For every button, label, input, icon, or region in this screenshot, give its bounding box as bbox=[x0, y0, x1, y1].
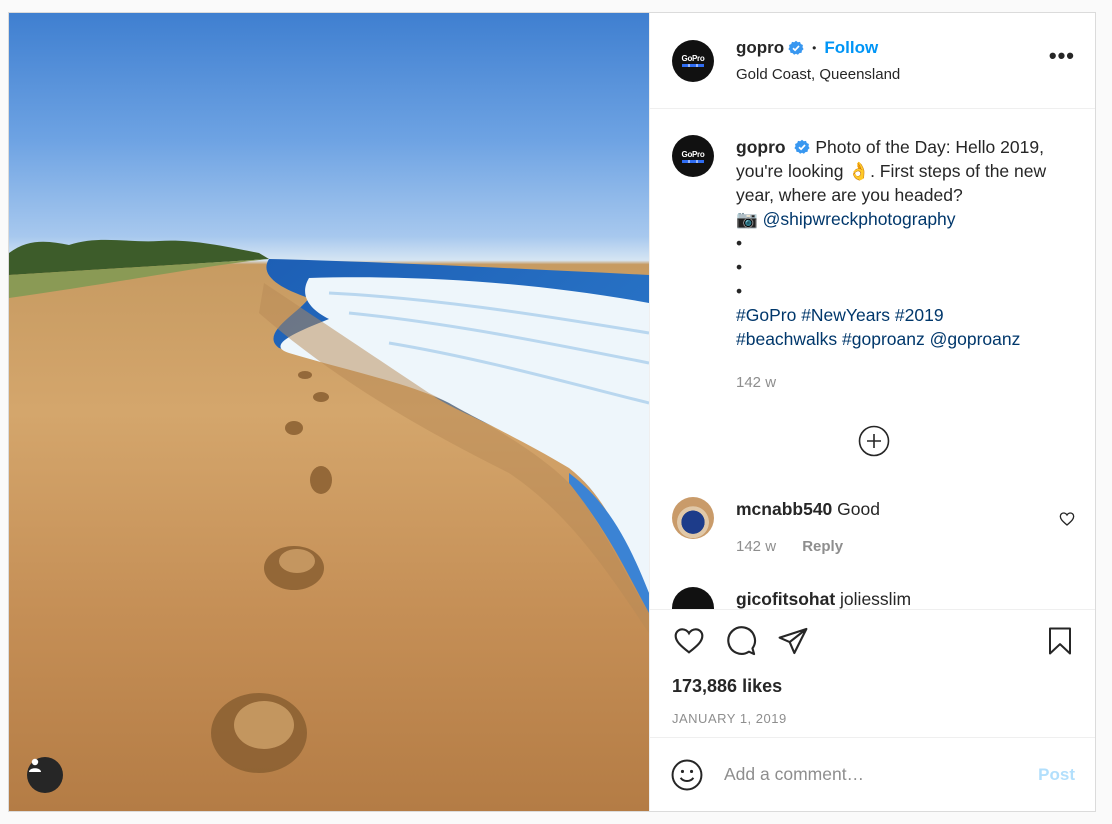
post-actions: 173,886 likes JANUARY 1, 2019 bbox=[650, 609, 1095, 737]
gopro-logo: GoPro bbox=[681, 150, 705, 163]
verified-badge-icon bbox=[794, 139, 811, 154]
bookmark-icon[interactable] bbox=[1045, 624, 1075, 658]
caption-avatar[interactable]: GoPro bbox=[672, 135, 714, 177]
post-sidebar: GoPro gopro • Follow Gold Coast, Queensl… bbox=[649, 13, 1095, 811]
post-comment-button[interactable]: Post bbox=[1038, 765, 1075, 785]
caption: GoPro gopro Photo of the Day: Hello 2019… bbox=[672, 135, 1075, 395]
comment-bubble-icon[interactable] bbox=[724, 625, 758, 657]
person-icon bbox=[29, 758, 41, 772]
comment-text: Good bbox=[837, 499, 880, 519]
beach-scene bbox=[9, 239, 649, 773]
caption-dot: • bbox=[736, 233, 743, 253]
caption-username[interactable]: gopro bbox=[736, 137, 786, 157]
hashtag-newyears[interactable]: #NewYears bbox=[801, 305, 890, 325]
caption-dot: • bbox=[736, 281, 743, 301]
smiley-icon[interactable] bbox=[670, 758, 704, 792]
hashtag-2019[interactable]: #2019 bbox=[895, 305, 944, 325]
verified-badge-icon bbox=[788, 40, 804, 55]
commenter-username[interactable]: mcnabb540 bbox=[736, 499, 832, 519]
mention-shipwreckphotography[interactable]: @shipwreckphotography bbox=[763, 209, 956, 229]
hashtag-gopro[interactable]: #GoPro bbox=[736, 305, 796, 325]
likes-count[interactable]: 173,886 likes bbox=[672, 676, 1075, 697]
post-date[interactable]: JANUARY 1, 2019 bbox=[672, 711, 1075, 726]
hashtag-beachwalks[interactable]: #beachwalks bbox=[736, 329, 837, 349]
mention-goproanz[interactable]: @goproanz bbox=[930, 329, 1021, 349]
add-comment-input[interactable] bbox=[724, 764, 1039, 785]
paper-plane-icon[interactable] bbox=[776, 625, 810, 657]
post-dialog: GoPro gopro • Follow Gold Coast, Queensl… bbox=[8, 12, 1096, 812]
comment-item: mcnabb540 Good 142 w Reply bbox=[672, 497, 1075, 559]
commenter-avatar[interactable] bbox=[672, 587, 714, 609]
tagged-user-button[interactable] bbox=[27, 757, 63, 793]
caption-dot: • bbox=[736, 257, 743, 277]
add-comment-bar: Post bbox=[650, 737, 1095, 811]
reply-button[interactable]: Reply bbox=[802, 538, 843, 555]
commenter-avatar[interactable] bbox=[672, 497, 714, 539]
follow-button[interactable]: Follow bbox=[824, 38, 878, 58]
post-photo[interactable] bbox=[9, 13, 649, 811]
load-more-comments-button[interactable] bbox=[672, 425, 1075, 457]
comment-item: gicofitsohat joliesslim bbox=[672, 587, 1075, 609]
heart-icon[interactable] bbox=[672, 625, 706, 657]
commenter-username[interactable]: gicofitsohat bbox=[736, 589, 835, 609]
plus-circle-icon bbox=[858, 425, 889, 457]
camera-emoji: 📷 bbox=[736, 209, 758, 229]
post-header: GoPro gopro • Follow Gold Coast, Queensl… bbox=[650, 13, 1095, 109]
gopro-logo: GoPro bbox=[681, 54, 705, 67]
comment-like-heart-icon[interactable] bbox=[1059, 511, 1075, 527]
comment-timestamp[interactable]: 142 w bbox=[736, 538, 776, 555]
separator-dot: • bbox=[812, 41, 817, 55]
caption-timestamp[interactable]: 142 w bbox=[736, 371, 1075, 395]
author-username[interactable]: gopro bbox=[736, 38, 784, 58]
post-location[interactable]: Gold Coast, Queensland bbox=[736, 66, 1049, 83]
hashtag-goproanz[interactable]: #goproanz bbox=[842, 329, 925, 349]
more-options-icon[interactable]: ••• bbox=[1049, 43, 1075, 79]
author-avatar[interactable]: GoPro bbox=[672, 39, 714, 82]
comments-section[interactable]: GoPro gopro Photo of the Day: Hello 2019… bbox=[650, 109, 1095, 609]
comment-text: joliesslim bbox=[840, 589, 912, 609]
